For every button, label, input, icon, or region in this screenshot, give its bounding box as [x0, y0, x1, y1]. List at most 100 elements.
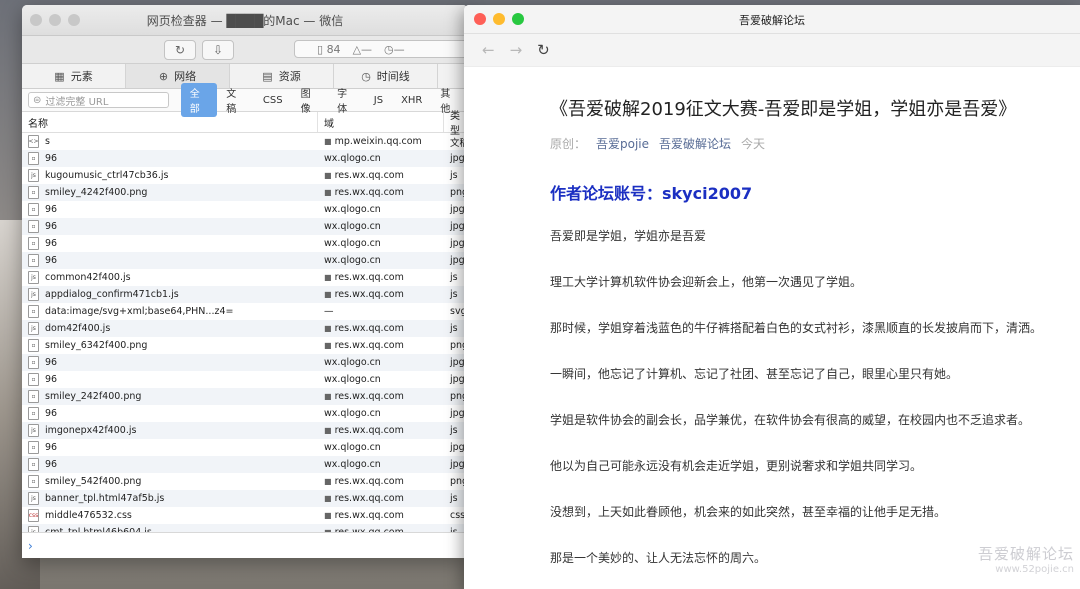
file-type-icon: js — [28, 322, 39, 335]
resource-name-cell: ▫ 96 — [22, 354, 318, 371]
meta-source-link[interactable]: 吾爱破解论坛 — [659, 135, 731, 152]
article-paragraph: 学姐是软件协会的副会长，品学兼优，在软件协会有很高的威望，在校园内也不乏追求者。 — [550, 413, 1031, 427]
resource-domain-cell: wx.qlogo.cn — [318, 252, 444, 269]
filter-type-button[interactable]: 字体 — [328, 85, 365, 115]
tab-elements[interactable]: ▦ 元素 — [22, 64, 126, 88]
meta-date: 今天 — [741, 137, 766, 151]
table-row[interactable]: ▫ smiley_4242f400.png ■ res.wx.qq.com png — [22, 184, 468, 201]
author-heading: 作者论坛账号：skyci2007 — [550, 184, 753, 203]
lock-icon: ■ — [324, 392, 332, 401]
table-row[interactable]: js banner_tpl.html47af5b.js ■ res.wx.qq.com… — [22, 490, 468, 507]
article-titlebar: 吾爱破解论坛 — [464, 5, 1080, 34]
forward-arrow-icon[interactable]: → — [510, 41, 523, 59]
article-meta: 原创： 吾爱pojie 吾爱破解论坛 今天 — [550, 135, 1080, 152]
resource-domain: res.wx.qq.com — [334, 170, 404, 181]
resource-name: smiley_4242f400.png — [45, 187, 148, 198]
resource-name: 96 — [45, 374, 58, 385]
elements-icon: ▦ — [54, 69, 65, 83]
table-row[interactable]: <> s ■ mp.weixin.qq.com 文稿 — [22, 133, 468, 150]
meta-original-label: 原创： — [550, 137, 587, 151]
resource-name: smiley_6342f400.png — [45, 340, 148, 351]
resource-domain-cell: wx.qlogo.cn — [318, 456, 444, 473]
column-domain-header[interactable]: 域 — [318, 112, 444, 132]
table-row[interactable]: ▫ 96 wx.qlogo.cn jpg — [22, 371, 468, 388]
table-row[interactable]: js dom42f400.js ■ res.wx.qq.com js — [22, 320, 468, 337]
resource-domain: — — [324, 306, 334, 317]
table-row[interactable]: ▫ 96 wx.qlogo.cn jpg — [22, 456, 468, 473]
article-window-title: 吾爱破解论坛 — [739, 14, 805, 27]
resource-domain: res.wx.qq.com — [334, 289, 404, 300]
table-row[interactable]: ▫ 96 wx.qlogo.cn jpg — [22, 235, 468, 252]
refresh-icon[interactable]: ↻ — [537, 41, 550, 59]
resource-domain: wx.qlogo.cn — [324, 204, 381, 215]
resource-name: appdialog_confirm471cb1.js — [45, 289, 179, 300]
filter-type-button[interactable]: JS — [365, 95, 392, 106]
meta-author-link[interactable]: 吾爱pojie — [596, 135, 649, 152]
table-row[interactable]: css middle476532.css ■ res.wx.qq.com css — [22, 507, 468, 524]
table-row[interactable]: ▫ 96 wx.qlogo.cn jpg — [22, 439, 468, 456]
download-button[interactable]: ⇩ — [202, 40, 234, 60]
file-type-icon: js — [28, 271, 39, 284]
resource-name: 96 — [45, 255, 58, 266]
file-type-icon: ▫ — [28, 441, 39, 454]
resource-domain: wx.qlogo.cn — [324, 357, 381, 368]
file-type-icon: ▫ — [28, 237, 39, 250]
column-name-header[interactable]: 名称 — [22, 112, 318, 132]
resource-domain: res.wx.qq.com — [334, 340, 404, 351]
file-type-icon: ▫ — [28, 475, 39, 488]
file-type-icon: css — [28, 509, 39, 522]
timeline-icon: ◷ — [361, 69, 371, 83]
resource-domain-cell: ■res.wx.qq.com — [318, 320, 444, 337]
resource-domain-cell: wx.qlogo.cn — [318, 354, 444, 371]
table-row[interactable]: ▫ 96 wx.qlogo.cn jpg — [22, 201, 468, 218]
table-row[interactable]: ▫ 96 wx.qlogo.cn jpg — [22, 150, 468, 167]
table-row[interactable]: js appdialog_confirm471cb1.js ■ res.wx.qq.c… — [22, 286, 468, 303]
console-prompt-bar[interactable]: › — [22, 532, 468, 558]
resource-name-cell: ▫ 96 — [22, 252, 318, 269]
lock-icon: ■ — [324, 494, 332, 503]
resource-domain: wx.qlogo.cn — [324, 408, 381, 419]
table-row[interactable]: js kugoumusic_ctrl47cb36.js ■ res.wx.qq.com… — [22, 167, 468, 184]
table-row[interactable]: ▫ 96 wx.qlogo.cn jpg — [22, 218, 468, 235]
resource-name-cell: ▫ 96 — [22, 439, 318, 456]
filter-type-button[interactable]: XHR — [392, 95, 431, 106]
table-row[interactable]: ▫ 96 wx.qlogo.cn jpg — [22, 354, 468, 371]
resource-domain-cell: — — [318, 303, 444, 320]
file-type-icon: js — [28, 169, 39, 182]
resource-domain-cell: ■res.wx.qq.com — [318, 507, 444, 524]
filter-type-button[interactable]: 图像 — [292, 85, 329, 115]
table-row[interactable]: ▫ smiley_242f400.png ■ res.wx.qq.com png — [22, 388, 468, 405]
table-row[interactable]: ▫ data:image/svg+xml;base64,PHN...z4= — svg — [22, 303, 468, 320]
resource-name: kugoumusic_ctrl47cb36.js — [45, 170, 169, 181]
resource-domain: res.wx.qq.com — [334, 187, 404, 198]
resource-name-cell: ▫ 96 — [22, 405, 318, 422]
table-row[interactable]: ▫ 96 wx.qlogo.cn jpg — [22, 252, 468, 269]
file-type-icon: ▫ — [28, 356, 39, 369]
lock-icon: ■ — [324, 171, 332, 180]
back-arrow-icon[interactable]: ← — [482, 41, 495, 59]
table-row[interactable]: ▫ 96 wx.qlogo.cn jpg — [22, 405, 468, 422]
filter-type-button[interactable]: CSS — [254, 95, 292, 106]
article-paragraphs: 吾爱即是学姐，学姐亦是吾爱 理工大学计算机软件协会迎新会上，他第一次遇见了学姐。那… — [550, 226, 1080, 569]
table-row[interactable]: js imgonepx42f400.js ■ res.wx.qq.com js — [22, 422, 468, 439]
filter-url-input[interactable]: ⊜ 过滤完整 URL — [28, 92, 169, 108]
article-paragraph: 一瞬间，他忘记了计算机、忘记了社团、甚至忘记了自己，眼里心里只有她。 — [550, 367, 959, 381]
table-row[interactable]: js common42f400.js ■ res.wx.qq.com js — [22, 269, 468, 286]
lock-icon: ■ — [324, 426, 332, 435]
resource-domain: wx.qlogo.cn — [324, 153, 381, 164]
table-row[interactable]: ▫ smiley_6342f400.png ■ res.wx.qq.com png — [22, 337, 468, 354]
watermark: 吾爱破解论坛 www.52pojie.cn — [978, 543, 1074, 575]
resource-domain: res.wx.qq.com — [334, 391, 404, 402]
resource-domain-cell: ■res.wx.qq.com — [318, 269, 444, 286]
resource-name: 96 — [45, 153, 58, 164]
resource-domain-cell: ■res.wx.qq.com — [318, 337, 444, 354]
resource-name-cell: ▫ 96 — [22, 456, 318, 473]
reload-page-button[interactable]: ↻ — [164, 40, 196, 60]
resource-name-cell: ▫ smiley_542f400.png — [22, 473, 318, 490]
activity-viewer[interactable]: ▯ 84 △— ◷— — [294, 40, 468, 58]
table-row[interactable]: ▫ smiley_542f400.png ■ res.wx.qq.com png — [22, 473, 468, 490]
network-icon: ⊕ — [158, 69, 169, 83]
resource-name-cell: ▫ 96 — [22, 371, 318, 388]
network-filter-bar: ⊜ 过滤完整 URL 全部 文稿 CSS 图像 字体 JS XHR 其他 — [22, 83, 468, 117]
filter-type-button[interactable]: 文稿 — [217, 85, 254, 115]
